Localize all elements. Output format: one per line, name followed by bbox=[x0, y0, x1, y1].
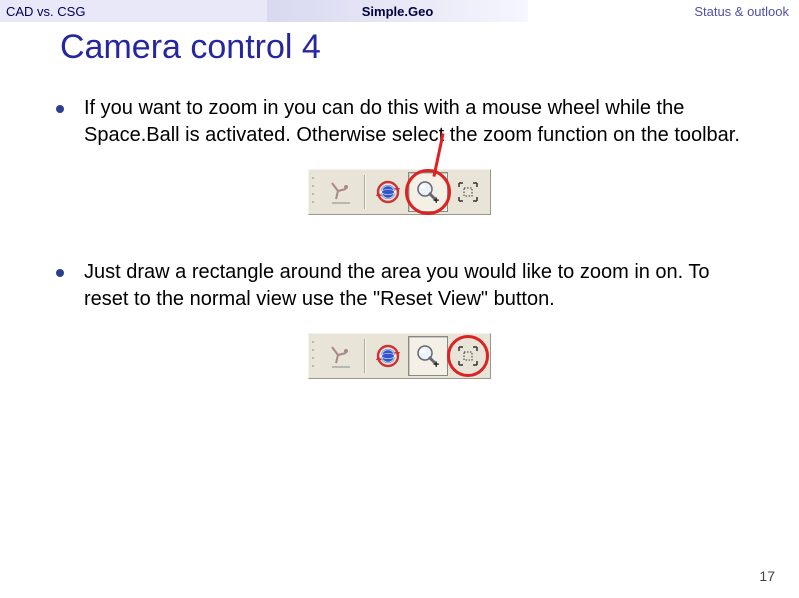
bullet-dot-icon bbox=[56, 105, 64, 113]
toolbar: + bbox=[308, 333, 491, 379]
zoom-button[interactable]: + bbox=[408, 172, 448, 212]
slide-content: If you want to zoom in you can do this w… bbox=[0, 67, 799, 379]
nav-tabs: CAD vs. CSG Simple.Geo Status & outlook bbox=[0, 0, 799, 22]
toolbar-grip-icon bbox=[311, 172, 317, 212]
spaceball-icon bbox=[326, 177, 356, 207]
rotate-icon bbox=[373, 341, 403, 371]
bullet-text: Just draw a rectangle around the area yo… bbox=[84, 259, 743, 313]
zoom-button[interactable]: + bbox=[408, 336, 448, 376]
bullet-dot-icon bbox=[56, 269, 64, 277]
reset-view-icon bbox=[453, 177, 483, 207]
bullet-text: If you want to zoom in you can do this w… bbox=[84, 95, 743, 149]
rotate-button[interactable] bbox=[368, 336, 408, 376]
zoom-icon: + bbox=[413, 341, 443, 371]
toolbar-figure-2: + bbox=[56, 333, 743, 379]
toolbar-grip-icon bbox=[311, 336, 317, 376]
rotate-icon bbox=[373, 177, 403, 207]
page-number: 17 bbox=[759, 568, 775, 584]
toolbar-separator bbox=[364, 175, 365, 209]
toolbar-separator bbox=[364, 339, 365, 373]
zoom-icon: + bbox=[413, 177, 443, 207]
toolbar-figure-1: + bbox=[56, 169, 743, 215]
rotate-button[interactable] bbox=[368, 172, 408, 212]
spaceball-button[interactable] bbox=[321, 336, 361, 376]
spaceball-button[interactable] bbox=[321, 172, 361, 212]
reset-view-button[interactable] bbox=[448, 336, 488, 376]
reset-view-button[interactable] bbox=[448, 172, 488, 212]
svg-text:+: + bbox=[433, 195, 439, 207]
reset-view-icon bbox=[453, 341, 483, 371]
slide-title: Camera control 4 bbox=[0, 22, 799, 67]
toolbar: + bbox=[308, 169, 491, 215]
bullet-item: If you want to zoom in you can do this w… bbox=[56, 95, 743, 149]
tab-status-outlook[interactable]: Status & outlook bbox=[528, 0, 799, 22]
svg-text:+: + bbox=[433, 359, 439, 371]
spaceball-icon bbox=[326, 341, 356, 371]
bullet-item: Just draw a rectangle around the area yo… bbox=[56, 259, 743, 313]
tab-cad-vs-csg[interactable]: CAD vs. CSG bbox=[0, 0, 267, 22]
tab-simple-geo[interactable]: Simple.Geo bbox=[267, 0, 528, 22]
